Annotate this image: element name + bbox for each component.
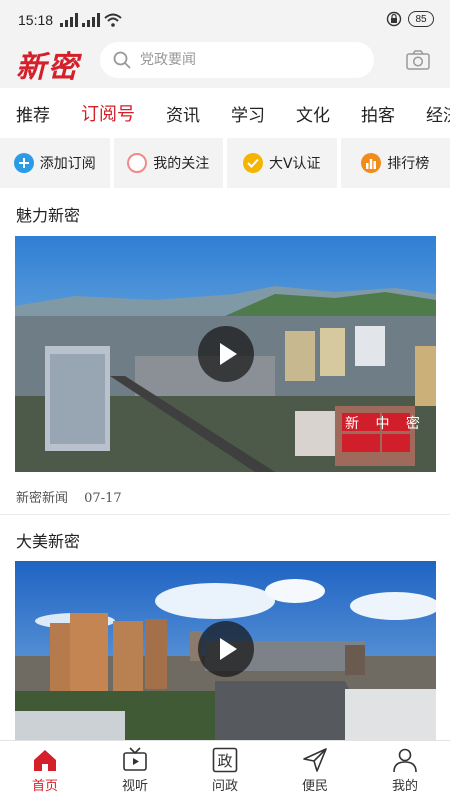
tv-icon	[123, 747, 147, 771]
feed-item-title[interactable]: 魅力新密	[16, 202, 80, 226]
user-icon	[393, 748, 417, 773]
my-follows-label: 我的关注	[153, 156, 210, 172]
tab-culture[interactable]: 文化	[296, 101, 330, 126]
search-input[interactable]	[140, 52, 340, 68]
feed-item-title[interactable]: 大美新密	[16, 528, 80, 552]
battery-icon: 85	[408, 11, 434, 27]
nav-profile[interactable]: 我的	[360, 741, 450, 800]
plus-icon	[13, 153, 34, 173]
feed-date: 07-17	[84, 491, 122, 506]
add-subscription-label: 添加订阅	[39, 156, 96, 172]
nav-politics[interactable]: 政 问政	[180, 741, 270, 800]
ranking-button[interactable]: 排行榜	[336, 138, 450, 188]
svg-text:政: 政	[217, 752, 232, 770]
watermark-logo: 新 中 密	[345, 416, 426, 432]
status-bar: 15:18 85	[0, 0, 450, 40]
bar-chart-icon	[361, 153, 382, 173]
wifi-icon	[104, 13, 122, 27]
ranking-label: 排行榜	[387, 156, 430, 172]
lock-rotation-icon	[386, 11, 402, 27]
subscription-actions: 添加订阅 我的关注 大V认证 排行榜	[0, 138, 450, 188]
camera-icon[interactable]	[406, 50, 430, 70]
circle-icon	[127, 153, 148, 173]
bigv-verify-label: 大V认证	[268, 156, 321, 172]
tab-economy[interactable]: 经济	[426, 101, 450, 126]
my-follows-button[interactable]: 我的关注	[109, 138, 223, 188]
video-thumbnail[interactable]	[15, 561, 436, 740]
tab-study[interactable]: 学习	[231, 101, 265, 126]
zheng-icon: 政	[212, 747, 238, 773]
app-header: 新密	[0, 40, 450, 88]
home-icon	[34, 750, 56, 771]
check-icon	[242, 153, 263, 173]
bigv-verify-button[interactable]: 大V认证	[223, 138, 337, 188]
app-logo: 新密	[16, 50, 80, 85]
tab-photographer[interactable]: 拍客	[361, 101, 395, 126]
feed-source: 新密新闻	[16, 491, 69, 506]
bottom-nav: 首页 视听 政 问政 便民 我的	[0, 740, 450, 800]
video-thumbnail[interactable]: 新 中 密	[15, 236, 436, 472]
nav-home[interactable]: 首页	[0, 741, 90, 800]
play-button[interactable]	[197, 621, 254, 677]
tab-news[interactable]: 资讯	[166, 101, 200, 126]
nav-av[interactable]: 视听	[90, 741, 180, 800]
add-subscription-button[interactable]: 添加订阅	[0, 138, 110, 188]
tab-recommend[interactable]: 推荐	[16, 101, 50, 126]
signal-icon	[60, 13, 78, 27]
play-button[interactable]	[197, 326, 254, 382]
search-icon	[113, 51, 131, 69]
signal-icon	[82, 13, 100, 27]
feed-item-meta: 新密新闻 07-17	[16, 487, 134, 506]
nav-services[interactable]: 便民	[270, 741, 360, 800]
search-bar[interactable]	[100, 42, 374, 78]
tab-subscriptions[interactable]: 订阅号	[81, 100, 135, 126]
send-icon	[303, 748, 327, 772]
category-tabs: 推荐 订阅号 资讯 学习 文化 拍客 经济	[0, 88, 450, 138]
status-time: 15:18	[18, 12, 54, 28]
divider	[0, 514, 450, 515]
